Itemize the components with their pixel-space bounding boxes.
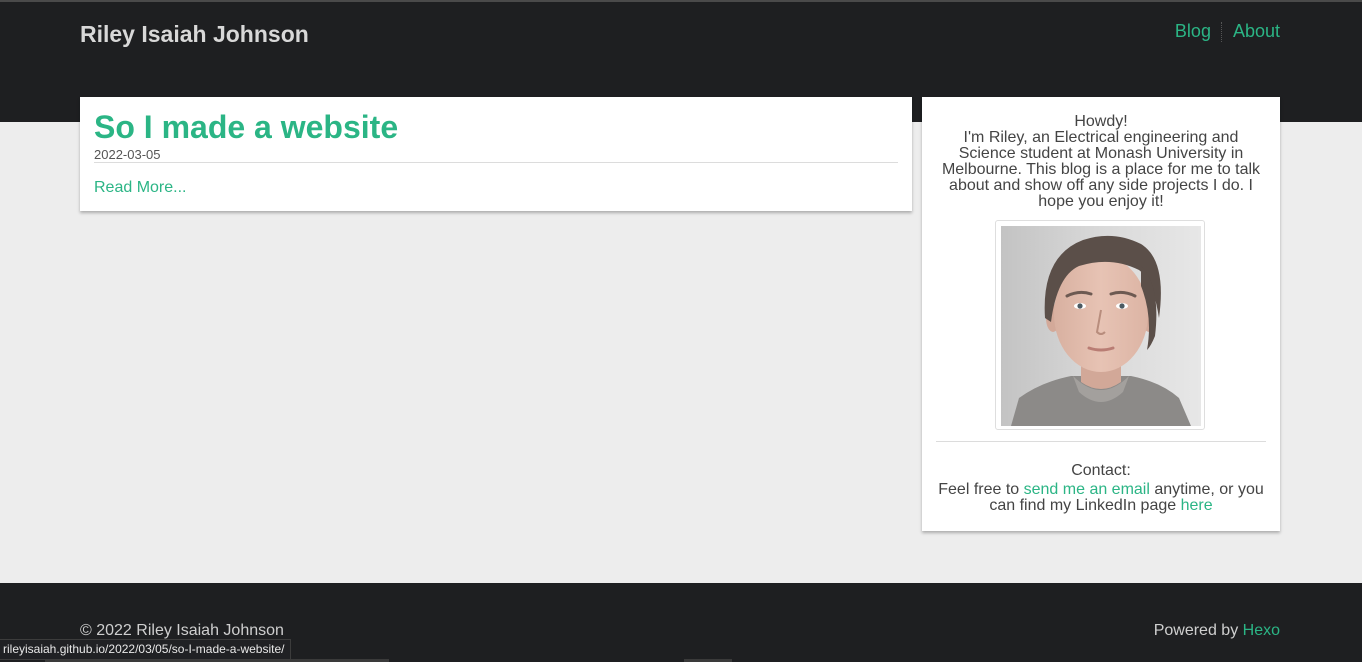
contact-heading: Contact: xyxy=(1071,462,1131,479)
linkedin-link[interactable]: here xyxy=(1181,497,1213,514)
email-link[interactable]: send me an email xyxy=(1024,481,1150,498)
sidebar-greeting: Howdy! xyxy=(1074,113,1128,130)
contact-text: Feel free to send me an email anytime, o… xyxy=(936,482,1266,514)
sidebar-bio: I'm Riley, an Electrical engineering and… xyxy=(941,129,1261,210)
profile-photo-frame xyxy=(995,220,1205,430)
powered-by-prefix: Powered by xyxy=(1153,622,1243,639)
contact-prefix: Feel free to xyxy=(938,481,1024,498)
browser-status-bar: rileyisaiah.github.io/2022/03/05/so-I-ma… xyxy=(0,639,291,660)
sidebar-profile-card: Howdy! I'm Riley, an Electrical engineer… xyxy=(922,97,1280,531)
post-divider xyxy=(94,162,898,163)
footer-copyright: © 2022 Riley Isaiah Johnson xyxy=(80,622,284,639)
site-title[interactable]: Riley Isaiah Johnson xyxy=(80,21,309,48)
profile-photo xyxy=(1001,226,1201,426)
nav-link-about[interactable]: About xyxy=(1233,21,1280,42)
hexo-link[interactable]: Hexo xyxy=(1243,622,1280,639)
post-date: 2022-03-05 xyxy=(94,147,161,162)
nav-separator xyxy=(1220,21,1223,42)
main-nav: Blog About xyxy=(1175,21,1280,42)
profile-photo-portrait xyxy=(1001,226,1201,426)
read-more-link[interactable]: Read More... xyxy=(94,179,186,197)
nav-link-blog[interactable]: Blog xyxy=(1175,21,1211,42)
footer-powered-by: Powered by Hexo xyxy=(1154,622,1280,640)
sidebar-divider xyxy=(936,441,1266,442)
post-card: So I made a website 2022-03-05 Read More… xyxy=(80,97,912,211)
post-title-link[interactable]: So I made a website xyxy=(94,109,398,146)
